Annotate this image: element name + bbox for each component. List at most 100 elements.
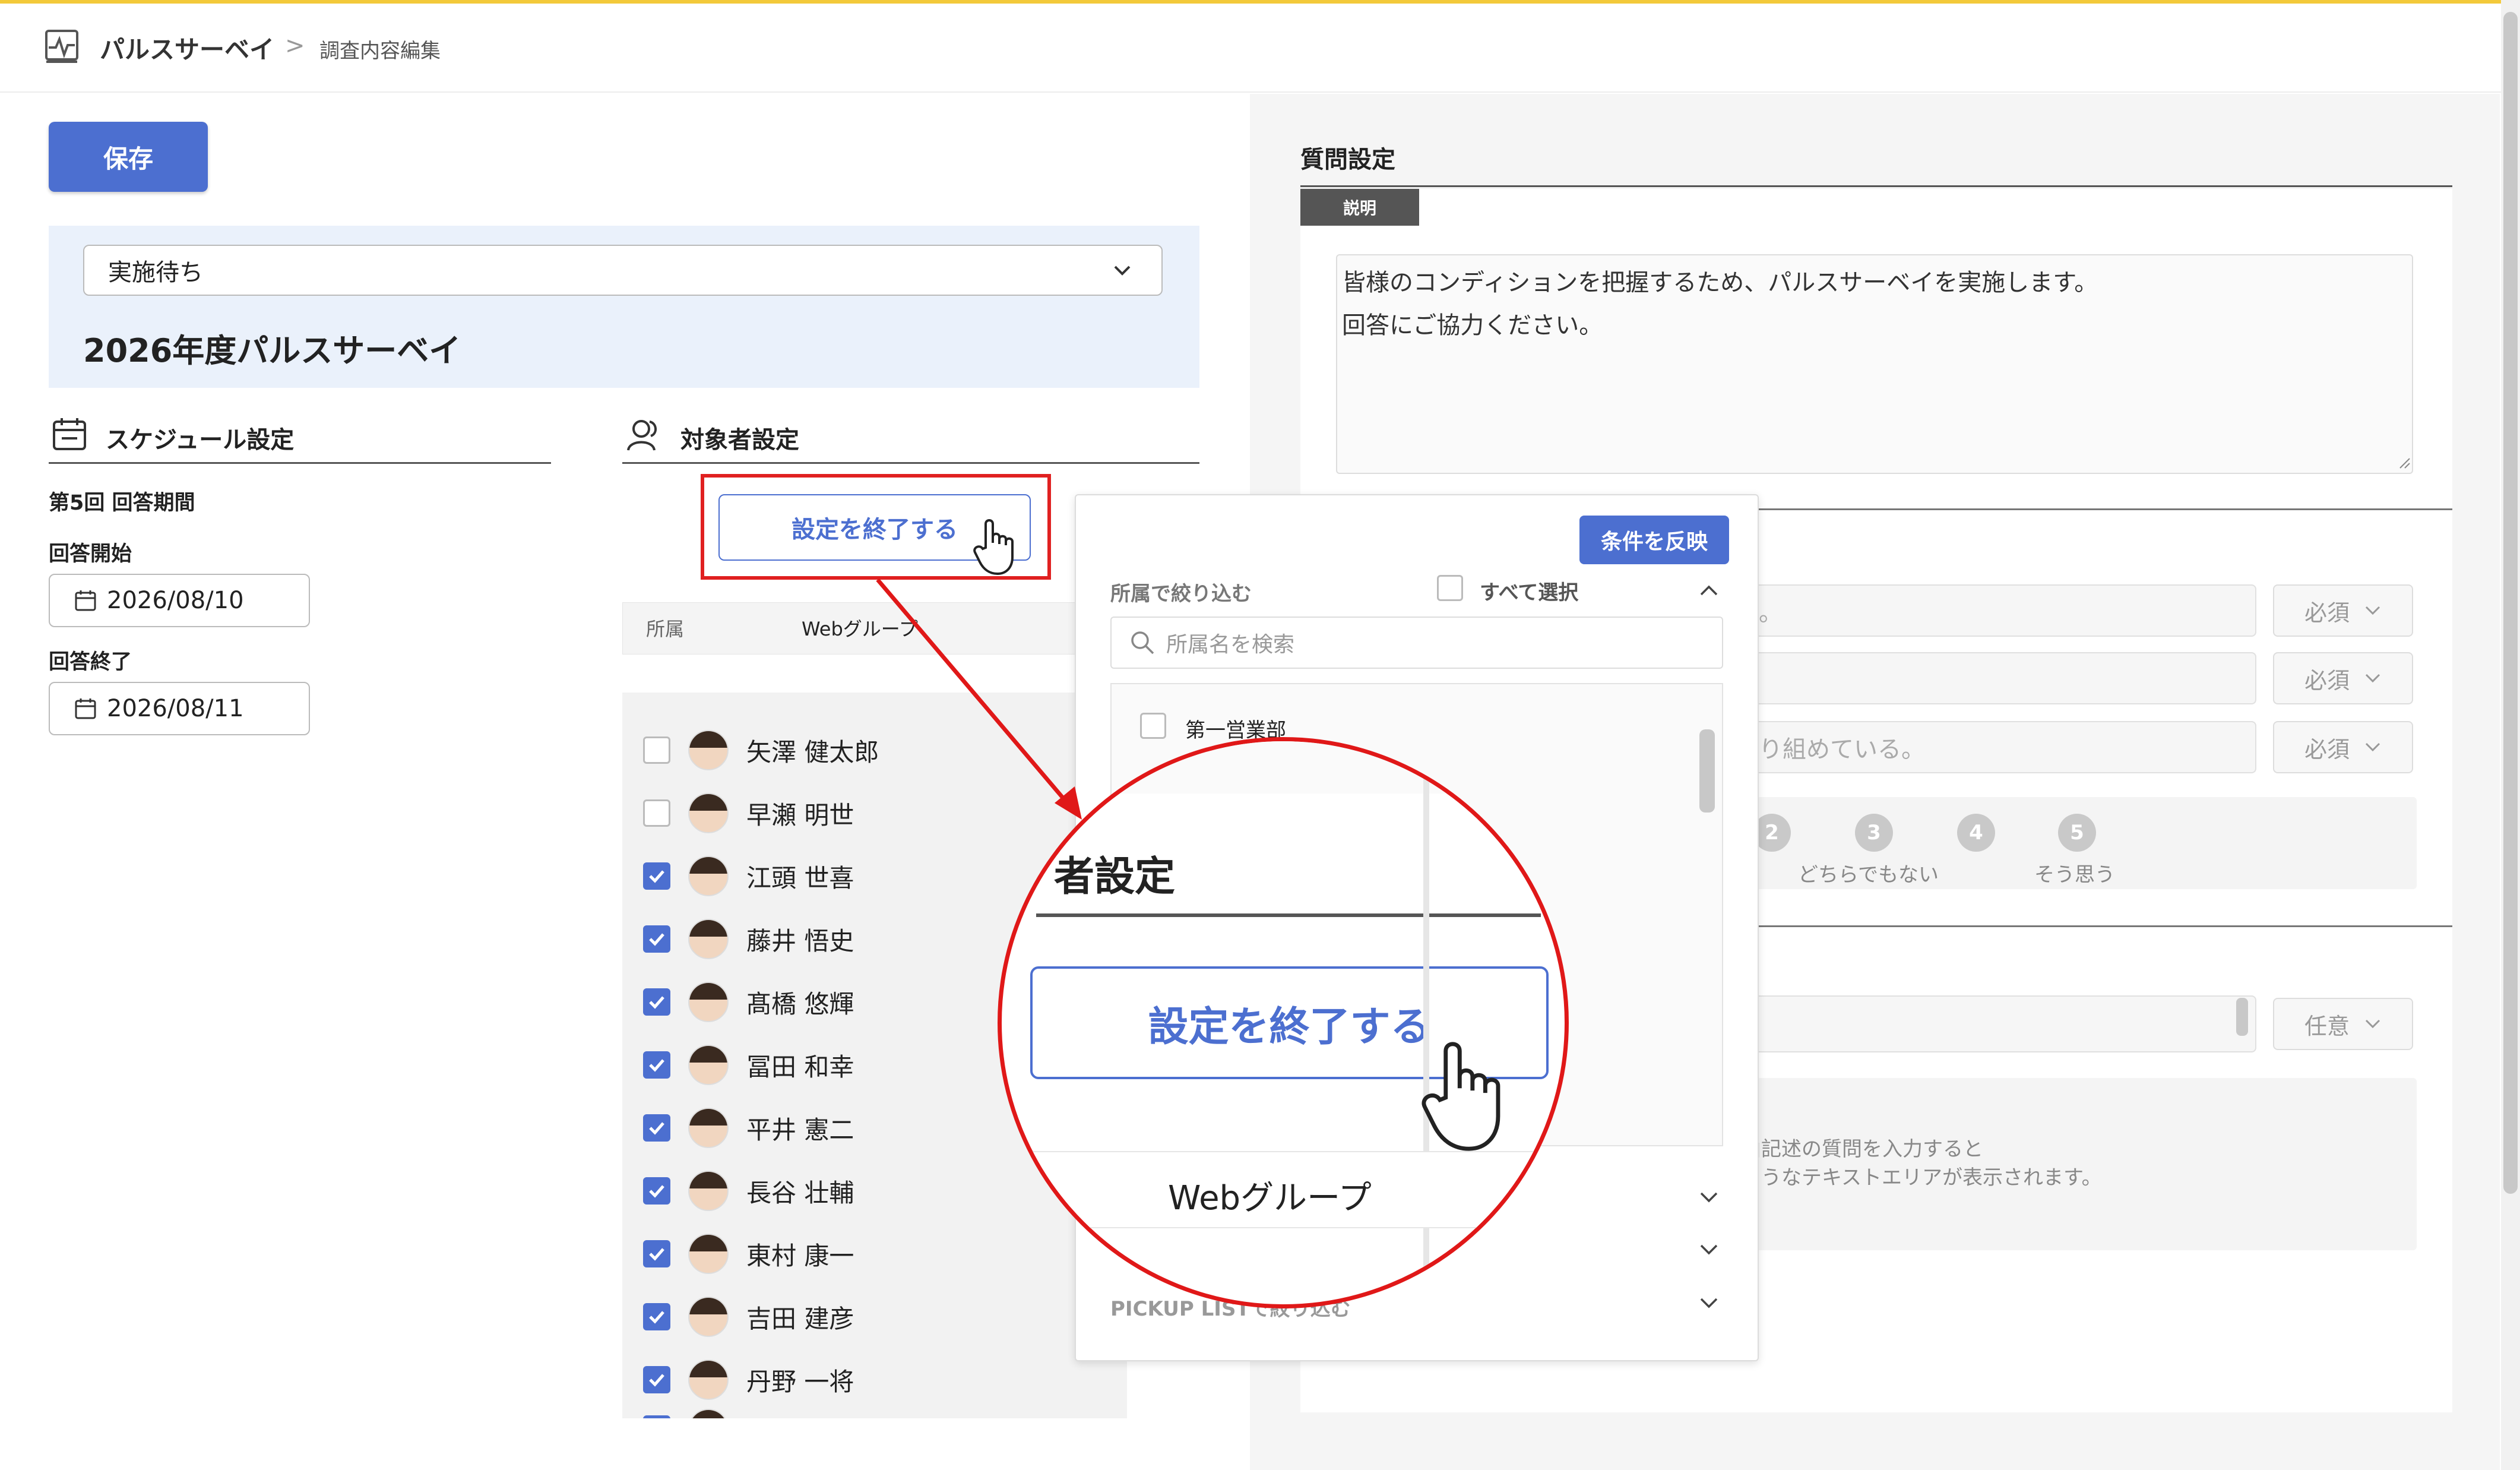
checkmark-icon (649, 996, 664, 1009)
chevron-down-icon (2365, 674, 2380, 683)
checkmark-icon (649, 1374, 664, 1387)
person-name: 長谷 壮輔 (746, 1178, 854, 1207)
person-checkbox[interactable] (643, 988, 670, 1016)
department-checkbox[interactable] (1140, 713, 1166, 739)
breadcrumb-app[interactable]: パルスサーベイ (100, 30, 274, 66)
person-checkbox[interactable] (643, 1240, 670, 1267)
pulse-survey-icon (43, 27, 81, 65)
chevron-down-icon (1112, 261, 1133, 279)
chevron-down-icon[interactable] (1698, 1190, 1720, 1205)
person-checkbox[interactable] (643, 1366, 670, 1393)
apply-conditions-button[interactable]: 条件を反映 (1579, 516, 1729, 564)
department-search-input[interactable]: 所属名を検索 (1110, 617, 1723, 669)
avatar (688, 982, 729, 1022)
hint-line-2: ようなテキストエリアが表示されます。 (1741, 1166, 2102, 1190)
scale-label-neutral: どちらでもない (1798, 863, 1939, 887)
chevron-down-icon (2365, 606, 2380, 615)
avatar (688, 1409, 729, 1418)
free-text-scroll-thumb[interactable] (2236, 998, 2248, 1036)
end-date-value: 2026/08/11 (107, 695, 244, 722)
zoom-heading: 者設定 (1054, 853, 1176, 900)
list-item[interactable]: 長谷 壮輔 (643, 1161, 854, 1221)
required-select-3[interactable]: 必須 (2273, 721, 2413, 773)
avatar (688, 1108, 729, 1148)
zoom-list-strip (1002, 741, 1565, 794)
list-item[interactable]: 西園 健太 (643, 1399, 854, 1418)
search-icon (1129, 630, 1155, 656)
question-input-3[interactable]: り組めている。 (1752, 721, 2256, 773)
question-input-1[interactable]: 。 (1752, 584, 2256, 637)
optional-label: 任意 (2304, 1013, 2350, 1039)
list-item[interactable]: 矢澤 健太郎 (643, 720, 879, 780)
person-checkbox[interactable] (643, 1303, 670, 1330)
avatar (688, 793, 729, 833)
avatar (688, 1171, 729, 1211)
save-button[interactable]: 保存 (49, 122, 208, 192)
person-checkbox[interactable] (643, 1177, 670, 1205)
person-name: 藤井 悟史 (746, 926, 854, 956)
page-scroll-thumb[interactable] (2503, 12, 2518, 1194)
scale-label-agree: そう思う (2034, 863, 2115, 887)
description-textarea[interactable]: 皆様のコンディションを把握するため、パルスサーベイを実施します。 回答にご協力く… (1336, 254, 2413, 474)
required-select-1[interactable]: 必須 (2273, 584, 2413, 637)
description-line-2: 回答にご協力ください。 (1342, 312, 1603, 339)
list-item[interactable]: 東村 康一 (643, 1224, 854, 1284)
list-item[interactable]: 冨田 和幸 (643, 1035, 854, 1095)
zoom-divider (1036, 913, 1541, 917)
calendar-small-icon (74, 697, 97, 720)
question-divider (1300, 185, 2452, 187)
person-name: 丹野 一将 (746, 1367, 854, 1396)
required-label: 必須 (2304, 736, 2350, 763)
hint-line-1: 由記述の質問を入力すると (1741, 1137, 1983, 1161)
select-all-label: すべて選択 (1480, 581, 1579, 605)
chevron-down-icon (2365, 1019, 2380, 1029)
list-item[interactable]: 藤井 悟史 (643, 909, 854, 969)
checkmark-icon (649, 870, 664, 883)
breadcrumb-current-page: 調査内容編集 (319, 39, 441, 63)
person-name: 東村 康一 (746, 1241, 854, 1270)
optional-select[interactable]: 任意 (2273, 998, 2413, 1050)
scale-dot-4: 4 (1957, 814, 1995, 852)
department-list-scroll-thumb[interactable] (1699, 729, 1715, 813)
status-select[interactable]: 実施待ち (83, 245, 1163, 296)
answer-end-label: 回答終了 (49, 650, 132, 674)
search-placeholder: 所属名を検索 (1166, 633, 1295, 657)
person-checkbox[interactable] (643, 1415, 670, 1418)
start-date-field[interactable]: 2026/08/10 (49, 574, 310, 627)
free-text-question-input[interactable] (1752, 995, 2256, 1052)
zoom-hand-pointer-icon (1417, 1037, 1518, 1153)
select-all-checkbox[interactable] (1437, 575, 1463, 601)
end-date-field[interactable]: 2026/08/11 (49, 682, 310, 735)
user-icon (625, 416, 663, 454)
answer-start-label: 回答開始 (49, 542, 132, 566)
resize-handle-icon[interactable] (2398, 456, 2411, 469)
list-item[interactable]: 平井 憲二 (643, 1098, 854, 1158)
list-item[interactable]: 吉田 建彦 (643, 1287, 854, 1346)
avatar (688, 1297, 729, 1337)
person-name: 西園 健太 (746, 1411, 854, 1419)
calendar-small-icon (74, 589, 97, 612)
person-checkbox[interactable] (643, 736, 670, 764)
chevron-up-icon[interactable] (1698, 583, 1720, 598)
person-checkbox[interactable] (643, 862, 670, 890)
chevron-down-icon[interactable] (1698, 1296, 1720, 1310)
person-checkbox[interactable] (643, 925, 670, 953)
list-item[interactable]: 江頭 世喜 (643, 846, 854, 906)
free-text-hint: 由記述の質問を入力すると ようなテキストエリアが表示されます。 (1710, 1078, 2417, 1250)
required-label: 必須 (2304, 667, 2350, 694)
list-item[interactable]: 早瀬 明世 (643, 783, 854, 843)
chevron-down-icon[interactable] (1698, 1243, 1720, 1257)
tab-description[interactable]: 説明 (1300, 189, 1419, 226)
person-checkbox[interactable] (643, 799, 670, 827)
avatar (688, 1360, 729, 1400)
person-checkbox[interactable] (643, 1051, 670, 1079)
question-input-2[interactable] (1752, 652, 2256, 704)
schedule-section-title: スケジュール設定 (106, 426, 295, 454)
person-checkbox[interactable] (643, 1114, 670, 1142)
chevron-down-icon (2365, 742, 2380, 752)
survey-title: 2026年度パルスサーベイ (83, 332, 461, 369)
list-item[interactable]: 髙橋 悠輝 (643, 972, 854, 1032)
checkmark-icon (649, 1311, 664, 1324)
scale-dot-3: 3 (1855, 814, 1893, 852)
required-select-2[interactable]: 必須 (2273, 652, 2413, 704)
